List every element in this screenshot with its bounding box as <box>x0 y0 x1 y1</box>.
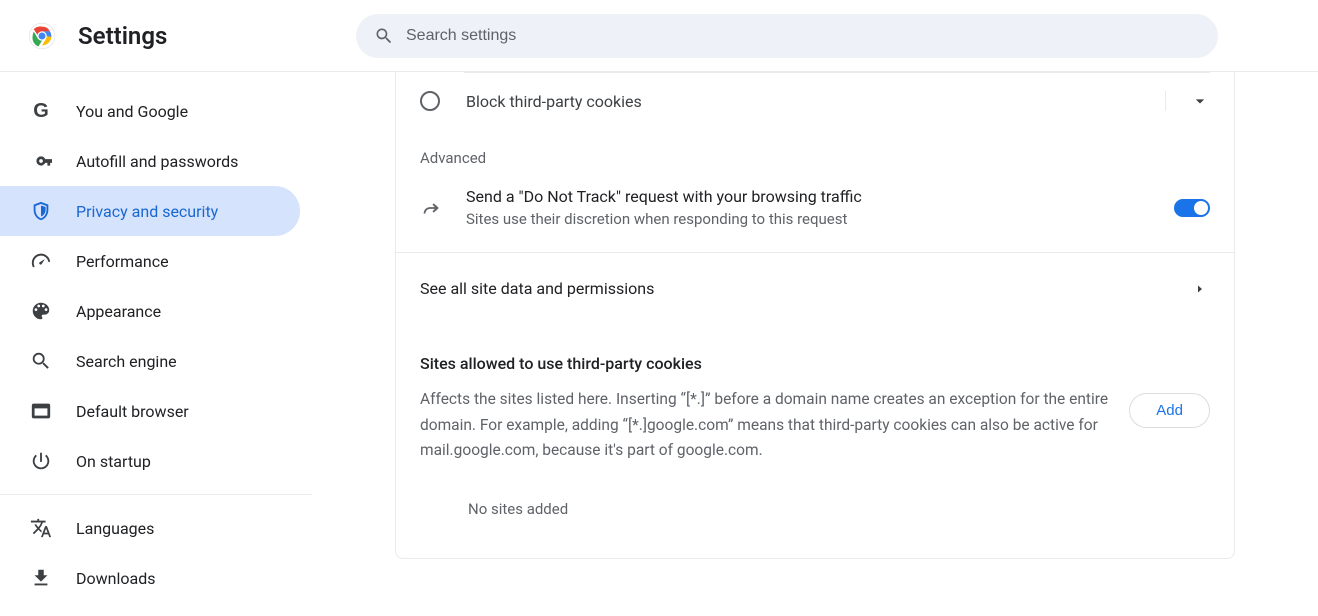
search-icon <box>30 350 52 372</box>
allowed-description: Affects the sites listed here. Inserting… <box>420 387 1129 464</box>
radio-icon[interactable] <box>420 91 440 111</box>
speedometer-icon <box>30 250 52 272</box>
sidebar-item-label: Performance <box>76 252 169 271</box>
sidebar-item-label: Downloads <box>76 569 155 588</box>
sidebar: G You and Google Autofill and passwords … <box>0 72 312 616</box>
shield-icon <box>30 200 52 222</box>
sidebar-item-on-startup[interactable]: On startup <box>0 436 300 486</box>
allowed-heading: Sites allowed to use third-party cookies <box>396 324 1234 379</box>
sidebar-item-label: Default browser <box>76 402 189 421</box>
sidebar-scroll[interactable]: G You and Google Autofill and passwords … <box>0 72 312 616</box>
chrome-logo-icon <box>28 22 56 50</box>
sidebar-item-label: Search engine <box>76 352 177 371</box>
google-g-icon: G <box>30 100 52 122</box>
search-input[interactable] <box>406 27 1200 45</box>
key-icon <box>30 150 52 172</box>
palette-icon <box>30 300 52 322</box>
sidebar-item-privacy[interactable]: Privacy and security <box>0 186 300 236</box>
sidebar-item-search-engine[interactable]: Search engine <box>0 336 300 386</box>
search-container[interactable] <box>356 14 1218 58</box>
sidebar-item-performance[interactable]: Performance <box>0 236 300 286</box>
sidebar-item-label: Privacy and security <box>76 202 218 221</box>
add-button[interactable]: Add <box>1129 393 1210 428</box>
sidebar-item-label: Languages <box>76 519 154 538</box>
sidebar-item-languages[interactable]: Languages <box>0 503 300 553</box>
advanced-heading: Advanced <box>396 129 1234 177</box>
sidebar-item-label: Autofill and passwords <box>76 152 238 171</box>
option-label: Block third-party cookies <box>466 92 642 111</box>
dnt-subtitle: Sites use their discretion when respondi… <box>466 210 1174 228</box>
sidebar-item-default-browser[interactable]: Default browser <box>0 386 300 436</box>
chevron-right-icon <box>1194 281 1210 297</box>
redirect-arrow-icon <box>420 197 442 219</box>
sidebar-item-you-and-google[interactable]: G You and Google <box>0 86 300 136</box>
no-sites-text: No sites added <box>396 464 1234 518</box>
sidebar-item-label: Appearance <box>76 302 161 321</box>
main-scroll[interactable]: Block third-party cookies Advanced Send … <box>312 72 1318 616</box>
sidebar-item-label: You and Google <box>76 102 188 121</box>
link-label: See all site data and permissions <box>420 279 654 298</box>
search-icon <box>374 26 394 46</box>
sidebar-item-label: On startup <box>76 452 151 471</box>
translate-icon <box>30 517 52 539</box>
sidebar-item-downloads[interactable]: Downloads <box>0 553 300 603</box>
option-block-third-party[interactable]: Block third-party cookies <box>396 73 1234 129</box>
browser-icon <box>30 400 52 422</box>
dnt-row: Send a "Do Not Track" request with your … <box>396 177 1234 253</box>
page-title: Settings <box>78 22 167 50</box>
dnt-title: Send a "Do Not Track" request with your … <box>466 187 1174 206</box>
divider <box>0 494 312 495</box>
header: Settings <box>0 0 1318 72</box>
sidebar-item-autofill[interactable]: Autofill and passwords <box>0 136 300 186</box>
chevron-down-icon[interactable] <box>1165 91 1210 111</box>
see-all-site-data-link[interactable]: See all site data and permissions <box>396 253 1234 324</box>
dnt-toggle[interactable] <box>1174 199 1210 217</box>
settings-card: Block third-party cookies Advanced Send … <box>395 72 1235 559</box>
download-icon <box>30 567 52 589</box>
sidebar-item-appearance[interactable]: Appearance <box>0 286 300 336</box>
power-icon <box>30 450 52 472</box>
